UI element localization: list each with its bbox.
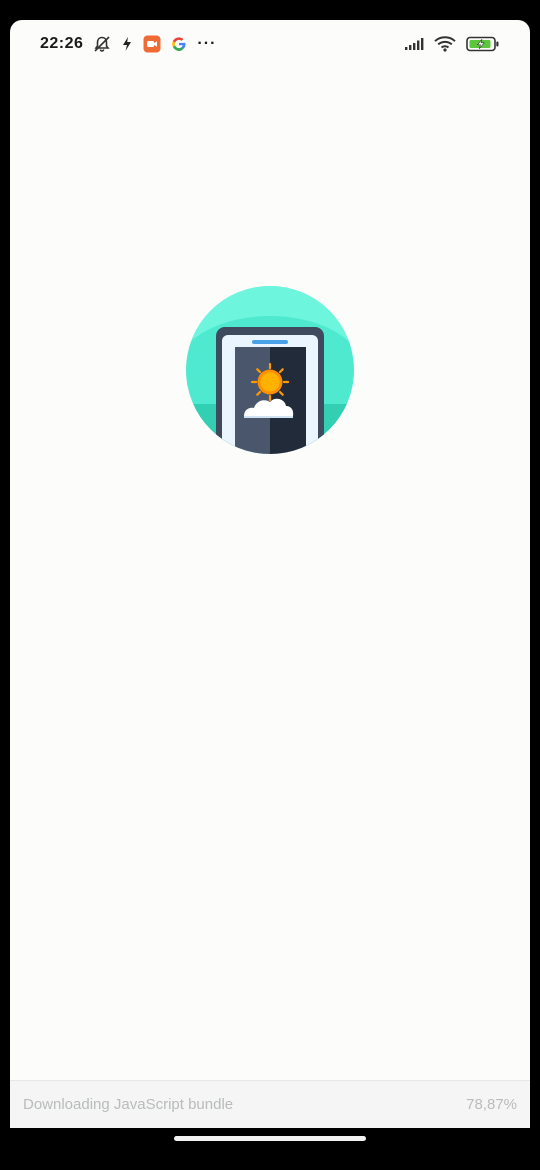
status-right: [404, 36, 500, 52]
battery-charging-icon: [466, 36, 500, 52]
status-left: 22:26 ···: [40, 35, 216, 53]
wifi-icon: [434, 36, 456, 52]
home-indicator[interactable]: [174, 1136, 366, 1141]
more-notifications-indicator: ···: [197, 35, 217, 52]
status-bar: 22:26 ···: [10, 20, 530, 68]
app-screen: 22:26 ··· Downloading JavaScript bundle …: [10, 20, 530, 1128]
camera-app-icon: [143, 35, 161, 53]
loading-banner: Downloading JavaScript bundle 78,87%: [10, 1080, 530, 1128]
splash-logo: [186, 286, 354, 454]
status-time: 22:26: [40, 35, 84, 52]
loading-progress-text: 78,87%: [466, 1096, 517, 1113]
google-g-icon: [171, 36, 187, 52]
device-frame: 22:26 ··· Downloading JavaScript bundle …: [0, 0, 540, 1170]
lightning-icon: [121, 36, 133, 52]
bell-off-icon: [93, 35, 111, 53]
signal-icon: [404, 37, 424, 51]
loading-message: Downloading JavaScript bundle: [23, 1096, 234, 1113]
